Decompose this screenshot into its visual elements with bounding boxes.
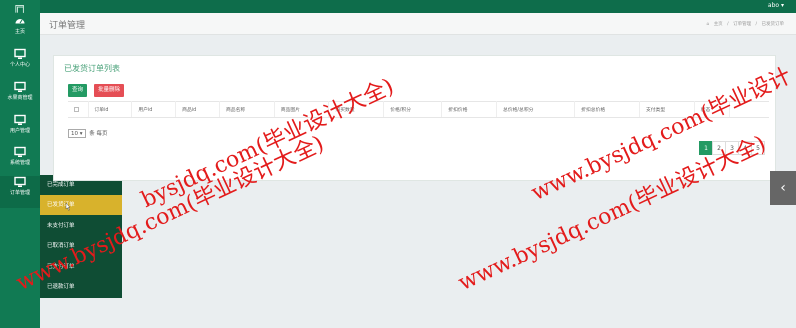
breadcrumb-separator: /: [727, 22, 729, 27]
monitor-icon: [14, 114, 26, 125]
breadcrumb: ⌂ 主页 / 订单管理 / 已发货订单: [703, 21, 784, 27]
logo-icon: ╔╕: [13, 0, 27, 13]
select-all-checkbox[interactable]: [74, 106, 79, 112]
sidebar-item-profile[interactable]: 个人中心: [0, 48, 40, 80]
column-header[interactable]: 商品名称: [219, 101, 275, 118]
sidebar-item-users[interactable]: 用户管理: [0, 114, 40, 146]
sidebar-item-system[interactable]: 系统管理: [0, 146, 40, 178]
sidebar-item-label: 水果商管理: [7, 95, 33, 101]
column-header[interactable]: 订单id: [88, 101, 133, 118]
card-title: 已发货订单列表: [64, 64, 120, 73]
column-header[interactable]: 价格/积分: [383, 101, 443, 118]
column-header[interactable]: 折扣总价格: [574, 101, 640, 118]
monitor-icon: [14, 146, 26, 157]
home-icon: ⌂: [706, 22, 710, 27]
monitor-icon: [14, 81, 26, 92]
sidebar-item-label: 用户管理: [9, 128, 30, 134]
breadcrumb-current: 已发货订单: [761, 22, 785, 27]
query-button[interactable]: 查询: [68, 84, 88, 97]
breadcrumb-orders[interactable]: 订单管理: [733, 22, 751, 27]
page-title: 订单管理: [49, 21, 86, 31]
sidebar-item-fruit-merchants[interactable]: 水果商管理: [0, 81, 40, 113]
page-size-control: 10 ▾ 条 每页: [68, 129, 108, 138]
page-size-select[interactable]: 10 ▾: [68, 129, 86, 138]
sidebar-item-orders[interactable]: 订单管理: [0, 176, 40, 208]
column-header[interactable]: 总价格/总积分: [496, 101, 576, 118]
monitor-icon: [14, 176, 26, 187]
page-size-suffix: 条 每页: [89, 131, 108, 137]
select-all-cell: [68, 101, 89, 118]
sidebar-item-label: 系统管理: [9, 160, 30, 166]
batch-delete-button[interactable]: 批量删除: [94, 84, 125, 97]
sidebar-item-label: 个人中心: [9, 62, 30, 68]
chevron-left-icon[interactable]: ‹: [770, 171, 796, 205]
top-bar: abo ▾: [0, 0, 796, 13]
column-header[interactable]: 商品id: [175, 101, 220, 118]
user-menu[interactable]: abo ▾: [768, 2, 784, 9]
sidebar-item-label: 主页: [14, 29, 25, 35]
dashboard-icon: [15, 19, 25, 24]
column-header[interactable]: 用户id: [131, 101, 177, 118]
monitor-icon: [14, 48, 26, 59]
sidebar-item-home[interactable]: 主页: [0, 15, 40, 47]
page-header: 订单管理 ⌂ 主页 / 订单管理 / 已发货订单: [40, 13, 796, 35]
breadcrumb-home[interactable]: 主页: [714, 22, 723, 27]
column-header[interactable]: 折扣价格: [441, 101, 498, 118]
sidebar-item-label: 订单管理: [9, 190, 30, 196]
breadcrumb-separator: /: [755, 22, 758, 27]
